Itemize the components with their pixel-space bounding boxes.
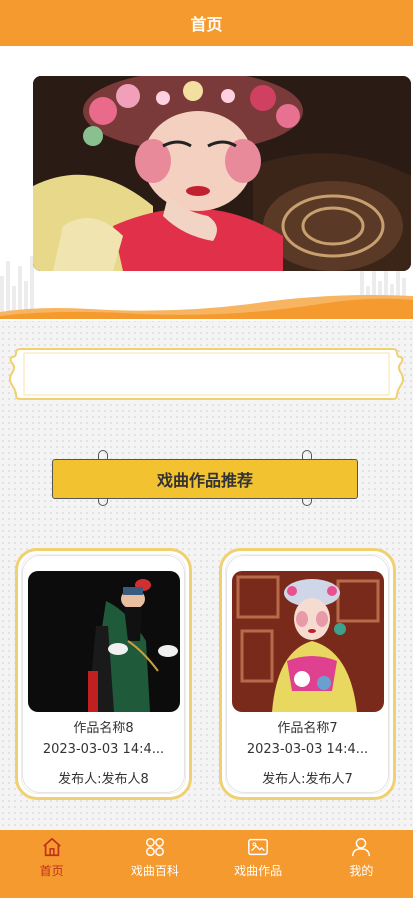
tab-label: 戏曲百科 — [130, 864, 179, 878]
banner-wave-decoration — [0, 295, 413, 321]
tab-profile[interactable]: 我的 — [310, 830, 413, 882]
work-publisher: 发布人:发布人8 — [58, 772, 149, 787]
work-publisher: 发布人:发布人7 — [262, 772, 353, 787]
announcement-box — [9, 348, 404, 400]
section-header: 戏曲作品推荐 — [52, 450, 358, 510]
work-thumbnail[interactable] — [232, 571, 384, 712]
opera-performer-black-robe — [28, 571, 180, 712]
work-title: 作品名称7 — [277, 721, 338, 736]
picture-icon — [248, 838, 269, 856]
bottom-safe-area — [0, 882, 413, 898]
grid-icon — [145, 838, 164, 856]
work-date: 2023-03-03 14:4... — [42, 742, 165, 757]
tab-home[interactable]: 首页 — [0, 830, 103, 882]
user-icon — [352, 838, 371, 857]
opera-performer-image — [33, 76, 411, 271]
work-thumbnail[interactable] — [28, 571, 180, 712]
bottom-tab-bar: 首页 戏曲百科 戏曲作品 我的 — [0, 830, 413, 882]
home-icon — [42, 837, 61, 857]
tab-label: 戏曲作品 — [234, 864, 283, 878]
tab-label: 首页 — [39, 864, 64, 878]
work-title: 作品名称8 — [73, 721, 134, 736]
work-card[interactable]: 作品名称7 2023-03-03 14:4... 发布人:发布人7 — [219, 548, 396, 800]
app-root: 首页 戏曲作品推荐 作品名称8 2023-03-03 14:4... 发布人:发… — [0, 0, 413, 898]
tab-opera-encyclopedia[interactable]: 戏曲百科 — [103, 830, 206, 882]
section-title: 戏曲作品推荐 — [52, 459, 358, 499]
banner-section — [0, 46, 413, 321]
tab-label: 我的 — [349, 864, 374, 878]
work-date: 2023-03-03 14:4... — [246, 742, 369, 757]
tab-opera-works[interactable]: 戏曲作品 — [207, 830, 310, 882]
page-title: 首页 — [190, 15, 223, 34]
top-nav-bar: 首页 — [0, 0, 413, 46]
work-card[interactable]: 作品名称8 2023-03-03 14:4... 发布人:发布人8 — [15, 548, 192, 800]
banner-image[interactable] — [33, 76, 411, 271]
opera-performer-headdress — [232, 571, 384, 712]
